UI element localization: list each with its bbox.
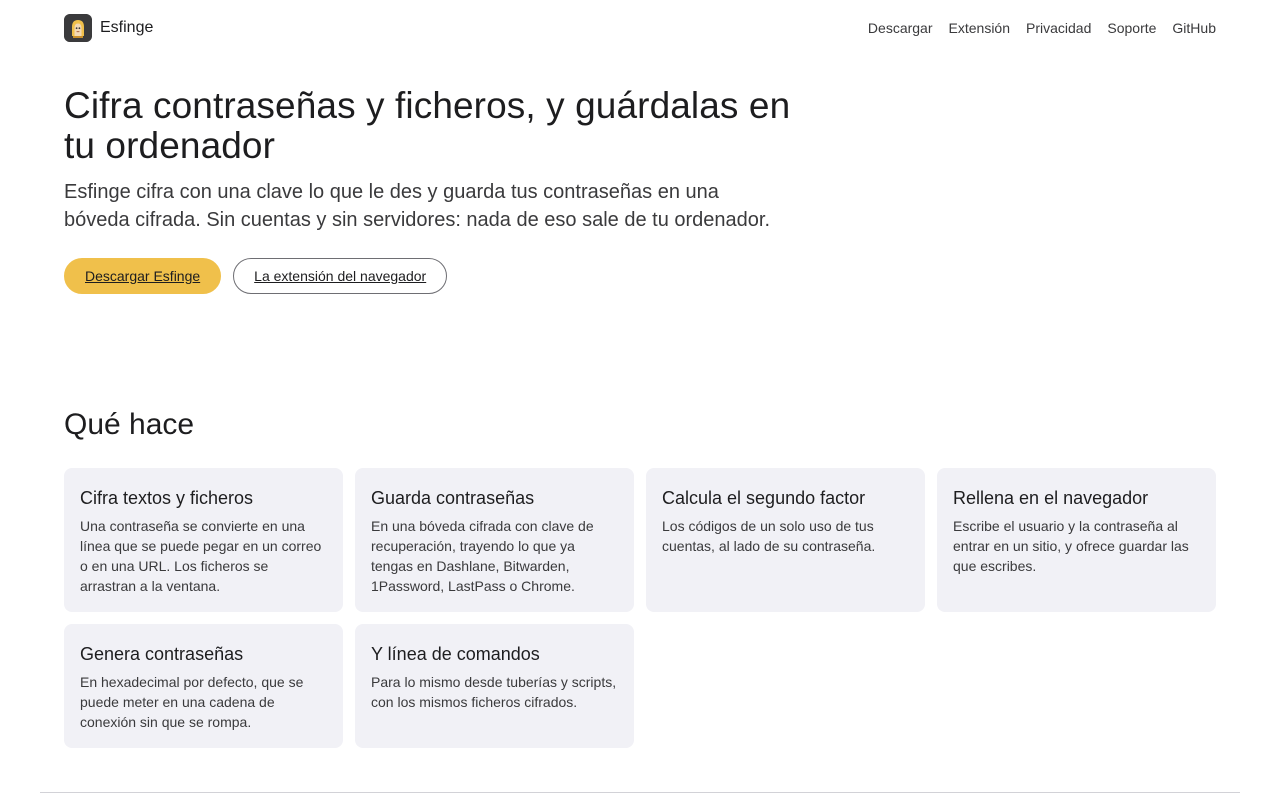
- feature-card-title: Guarda contraseñas: [371, 488, 535, 508]
- feature-card-title: Calcula el segundo factor: [662, 488, 866, 508]
- feature-card-title: Rellena en el navegador: [953, 488, 1149, 508]
- top-bar: Esfinge Descargar Extensión Privacidad S…: [64, 14, 1216, 42]
- browser-extension-button[interactable]: La extensión del navegador: [233, 258, 448, 294]
- nav-link-descargar[interactable]: Descargar: [868, 20, 933, 36]
- nav-link-soporte[interactable]: Soporte: [1107, 20, 1156, 36]
- feature-card-text: En hexadecimal por defecto, que se puede…: [80, 674, 304, 730]
- feature-card-generate: Genera contraseñas En hexadecimal por de…: [64, 624, 343, 748]
- feature-card-passwords: Guarda contraseñas En una bóveda cifrada…: [355, 468, 634, 612]
- hero-actions: Descargar Esfinge La extensión del naveg…: [64, 258, 794, 294]
- feature-card-title: Cifra textos y ficheros: [80, 488, 254, 508]
- download-button[interactable]: Descargar Esfinge: [64, 258, 222, 294]
- hero-title: Cifra contraseñas y ficheros, y guárdala…: [64, 85, 791, 166]
- feature-card-second-factor: Calcula el segundo factor Los códigos de…: [646, 468, 925, 612]
- brand-name: Esfinge: [100, 19, 154, 36]
- feature-card-text: Para lo mismo desde tuberías y scripts, …: [371, 674, 617, 710]
- sphinx-logo-icon: [64, 14, 92, 42]
- nav-link-github[interactable]: GitHub: [1172, 20, 1216, 36]
- feature-card-text: En una bóveda cifrada con clave de recup…: [371, 518, 594, 594]
- brand-link[interactable]: Esfinge: [64, 14, 153, 42]
- feature-card-title: Genera contraseñas: [80, 644, 244, 664]
- hero-subtitle: Esfinge cifra con una clave lo que le de…: [64, 181, 771, 231]
- feature-card-text: Una contraseña se convierte en una línea…: [80, 518, 322, 594]
- feature-card-encrypt: Cifra textos y ficheros Una contraseña s…: [64, 468, 343, 612]
- feature-card-text: Los códigos de un solo uso de tus cuenta…: [662, 518, 876, 554]
- main-nav: Descargar Extensión Privacidad Soporte G…: [868, 20, 1216, 36]
- features-title: Qué hace: [64, 408, 195, 441]
- features-grid: Cifra textos y ficheros Una contraseña s…: [64, 468, 1216, 748]
- feature-card-text: Escribe el usuario y la contraseña al en…: [953, 518, 1189, 574]
- feature-card-autofill: Rellena en el navegador Escribe el usuar…: [937, 468, 1216, 612]
- footer-divider: [40, 792, 1240, 793]
- hero-section: Cifra contraseñas y ficheros, y guárdala…: [64, 86, 794, 294]
- nav-link-privacidad[interactable]: Privacidad: [1026, 20, 1091, 36]
- feature-card-title: Y línea de comandos: [371, 644, 540, 664]
- feature-card-cli: Y línea de comandos Para lo mismo desde …: [355, 624, 634, 748]
- nav-link-extension[interactable]: Extensión: [949, 20, 1010, 36]
